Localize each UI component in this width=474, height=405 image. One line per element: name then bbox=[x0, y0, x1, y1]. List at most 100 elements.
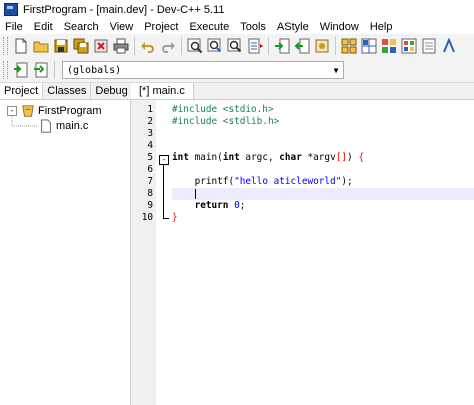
open-folder-icon bbox=[33, 41, 49, 53]
chevron-down-icon[interactable]: ▼ bbox=[329, 62, 343, 78]
code-line-9: return 0; bbox=[194, 200, 246, 211]
close-file-icon bbox=[94, 39, 108, 53]
fold-end bbox=[163, 218, 169, 219]
line-number: 9 bbox=[147, 200, 153, 211]
menu-window[interactable]: Window bbox=[315, 21, 365, 33]
find-next-icon bbox=[227, 38, 242, 53]
toolbar-separator bbox=[134, 37, 135, 55]
toolbar-separator bbox=[268, 37, 269, 55]
compile-run-button[interactable] bbox=[380, 37, 398, 55]
insert-code-icon bbox=[14, 62, 28, 78]
menu-help[interactable]: Help bbox=[365, 21, 399, 33]
compile-icon bbox=[341, 38, 357, 54]
compile-button[interactable] bbox=[340, 37, 358, 55]
close-file-button[interactable] bbox=[92, 37, 110, 55]
code-line-8-current bbox=[172, 188, 474, 200]
project-panel: Project Classes Debug - FirstProgram mai… bbox=[0, 83, 133, 405]
toolbar-separator bbox=[54, 61, 55, 79]
save-all-button[interactable] bbox=[72, 37, 90, 55]
find-button[interactable] bbox=[186, 37, 204, 55]
goto-line-icon bbox=[248, 38, 263, 54]
replace-button[interactable] bbox=[206, 37, 224, 55]
line-number: 3 bbox=[147, 128, 153, 139]
save-all-icon bbox=[73, 38, 89, 54]
print-button[interactable] bbox=[112, 37, 130, 55]
secondary-toolbar: (globals) ▼ bbox=[0, 58, 474, 83]
toolbar-grip[interactable] bbox=[3, 37, 8, 55]
new-file-button[interactable] bbox=[12, 37, 30, 55]
code-editor[interactable]: [*] main.c 1 2 3 4 5 6 7 8 9 10 - #inclu… bbox=[131, 83, 474, 405]
fold-margin: - bbox=[156, 100, 172, 405]
toolbar-separator bbox=[335, 37, 336, 55]
profile-button[interactable] bbox=[440, 37, 458, 55]
debug-button[interactable] bbox=[420, 37, 438, 55]
add-to-project-button[interactable] bbox=[273, 37, 291, 55]
find-next-button[interactable] bbox=[226, 37, 244, 55]
menu-edit[interactable]: Edit bbox=[29, 21, 59, 33]
scope-combo[interactable]: (globals) ▼ bbox=[62, 61, 344, 79]
insert-code-button[interactable] bbox=[12, 61, 30, 79]
menu-view[interactable]: View bbox=[105, 21, 140, 33]
project-options-icon bbox=[315, 39, 329, 53]
line-number: 6 bbox=[147, 164, 153, 175]
redo-button[interactable] bbox=[159, 37, 177, 55]
debug-icon bbox=[422, 38, 436, 54]
menu-file[interactable]: File bbox=[0, 21, 29, 33]
undo-icon bbox=[141, 42, 154, 53]
fold-line bbox=[163, 165, 164, 218]
redo-icon bbox=[162, 42, 175, 53]
save-icon bbox=[54, 39, 68, 53]
bookmark-icon bbox=[34, 62, 48, 78]
add-to-project-icon bbox=[275, 38, 290, 54]
print-icon bbox=[113, 38, 129, 54]
line-number: 8 bbox=[147, 188, 153, 199]
tree-lines bbox=[11, 116, 38, 127]
toolbar-grip[interactable] bbox=[3, 61, 8, 79]
run-button[interactable] bbox=[360, 37, 378, 55]
rebuild-button[interactable] bbox=[400, 37, 418, 55]
run-icon bbox=[361, 38, 377, 54]
project-options-button[interactable] bbox=[313, 37, 331, 55]
code-area[interactable]: #include <stdio.h> #include <stdlib.h> i… bbox=[172, 100, 474, 405]
toggle-bookmark-button[interactable] bbox=[32, 61, 50, 79]
menu-execute[interactable]: Execute bbox=[184, 21, 235, 33]
text-caret bbox=[195, 188, 196, 199]
menu-bar: File Edit Search View Project Execute To… bbox=[0, 19, 474, 34]
new-file-icon bbox=[15, 38, 27, 54]
code-line-1: #include <stdio.h> bbox=[172, 104, 274, 115]
code-line-10: } bbox=[172, 212, 178, 223]
line-number-gutter: 1 2 3 4 5 6 7 8 9 10 bbox=[131, 100, 156, 405]
line-number: 5 bbox=[147, 152, 153, 163]
goto-line-button[interactable] bbox=[246, 37, 264, 55]
profile-icon bbox=[443, 38, 455, 53]
title-bar: FirstProgram - [main.dev] - Dev-C++ 5.11 bbox=[0, 0, 474, 19]
menu-search[interactable]: Search bbox=[59, 21, 105, 33]
editor-tabs: [*] main.c bbox=[131, 83, 474, 100]
toolbar-separator bbox=[181, 37, 182, 55]
compile-run-icon bbox=[382, 39, 396, 53]
menu-project[interactable]: Project bbox=[139, 21, 184, 33]
line-number: 4 bbox=[147, 140, 153, 151]
line-number: 2 bbox=[147, 116, 153, 127]
line-number: 1 bbox=[147, 104, 153, 115]
line-number: 7 bbox=[147, 176, 153, 187]
open-file-button[interactable] bbox=[32, 37, 50, 55]
undo-button[interactable] bbox=[139, 37, 157, 55]
remove-from-project-button[interactable] bbox=[293, 37, 311, 55]
code-line-5: int main(int argc, char *argv[]) { bbox=[172, 152, 364, 163]
code-line-7: printf("hello aticleworld"); bbox=[172, 176, 353, 187]
save-button[interactable] bbox=[52, 37, 70, 55]
find-icon bbox=[187, 38, 203, 54]
devcpp-app-icon bbox=[4, 3, 18, 16]
rebuild-icon bbox=[401, 38, 417, 54]
scope-combo-value: (globals) bbox=[67, 64, 122, 76]
fold-toggle[interactable]: - bbox=[159, 155, 169, 165]
menu-astyle[interactable]: AStyle bbox=[272, 21, 315, 33]
tab-main-c[interactable]: [*] main.c bbox=[131, 83, 194, 99]
remove-from-project-icon bbox=[294, 38, 310, 54]
replace-icon bbox=[207, 38, 222, 53]
main-toolbar bbox=[0, 34, 474, 59]
code-line-2: #include <stdlib.h> bbox=[172, 116, 280, 127]
menu-tools[interactable]: Tools bbox=[235, 21, 272, 33]
line-number: 10 bbox=[141, 212, 153, 223]
